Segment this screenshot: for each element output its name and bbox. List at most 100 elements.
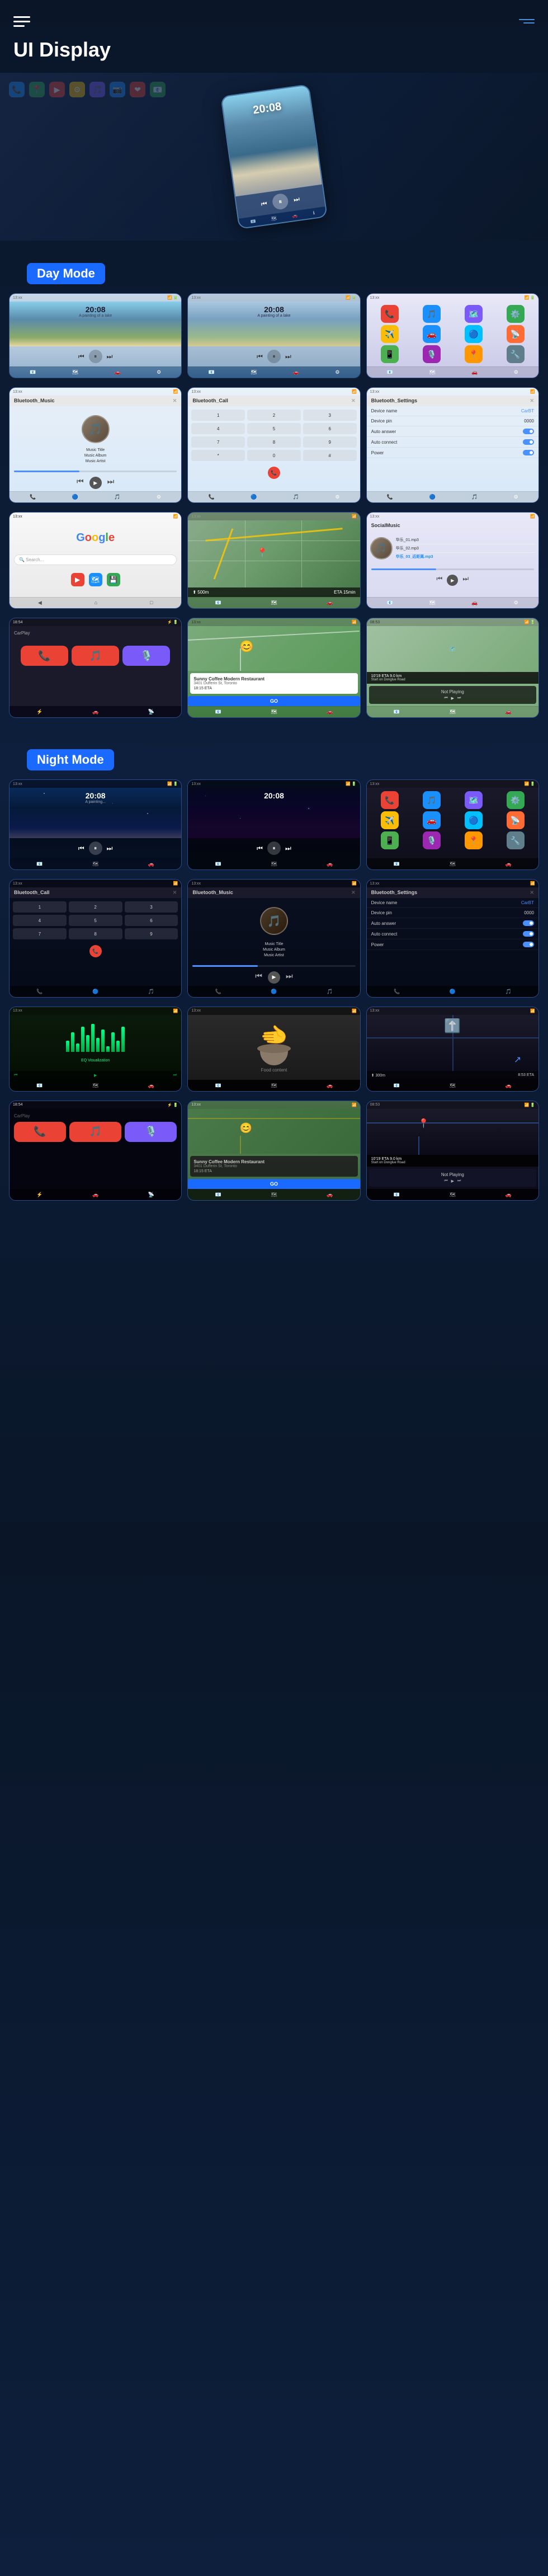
btn-n8[interactable]: 8 xyxy=(69,928,122,939)
bottom-nav-nav[interactable]: 🗺 xyxy=(271,215,277,221)
nav-e-n8[interactable]: 📧 xyxy=(215,1083,221,1089)
nav-e-n9[interactable]: 📧 xyxy=(394,1083,400,1089)
app-settings-night[interactable]: ⚙️ xyxy=(507,791,525,809)
setting-auto-connect-night[interactable]: Auto connect xyxy=(367,929,538,939)
nav-a-n9[interactable]: 🚗 xyxy=(506,1083,512,1089)
app-extra1-night[interactable]: 📡 xyxy=(507,811,525,829)
carplay-podcasts[interactable]: 🎙️ xyxy=(122,646,170,666)
setting-auto-connect[interactable]: Auto connect xyxy=(367,437,538,448)
play-notplay-night[interactable]: ▶ xyxy=(451,1179,454,1183)
nav-n5[interactable]: 🗺 xyxy=(429,600,435,606)
nav-a4[interactable]: 🎵 xyxy=(471,494,478,500)
nav-a2[interactable]: 🎵 xyxy=(114,494,120,500)
btn-hash[interactable]: # xyxy=(303,450,357,461)
eq-btn-play[interactable]: ▶ xyxy=(94,1073,97,1078)
nav-e-n2[interactable]: 📧 xyxy=(215,861,221,867)
btn-0[interactable]: 0 xyxy=(247,450,301,461)
nav-recent2[interactable]: 🚗 xyxy=(327,600,333,606)
carplay-phone[interactable]: 📞 xyxy=(21,646,68,666)
app-waze[interactable]: 🗺️ xyxy=(465,305,483,323)
prev-night2[interactable]: ⏮ xyxy=(257,844,263,853)
next-notplay[interactable]: ⏭ xyxy=(457,696,461,701)
nav-a-n3[interactable]: 🚗 xyxy=(506,861,512,867)
nav-info[interactable]: ⚙ xyxy=(157,369,161,375)
app-voicecar-night[interactable]: 🚗 xyxy=(423,811,441,829)
btn-n6[interactable]: 6 xyxy=(125,915,178,926)
nav-e5[interactable]: 📧 xyxy=(387,600,393,606)
nav-n6[interactable]: 🚗 xyxy=(92,709,98,715)
nav-a-n1[interactable]: 🚗 xyxy=(148,861,154,867)
nav-e6[interactable]: ⚡ xyxy=(36,709,42,715)
nav-e-n7[interactable]: 📧 xyxy=(36,1083,42,1089)
play-notplay[interactable]: ▶ xyxy=(451,696,454,701)
app-extra4[interactable]: 📍 xyxy=(465,345,483,363)
play-local[interactable]: ▶ xyxy=(447,575,458,586)
nav-a-n10[interactable]: 📡 xyxy=(148,1192,154,1198)
nav-n4[interactable]: 🔵 xyxy=(429,494,435,500)
nav-e-n12[interactable]: 📧 xyxy=(394,1192,400,1198)
nav-n1[interactable]: 🗺 xyxy=(429,369,435,375)
btn-9[interactable]: 9 xyxy=(303,436,357,448)
nav-back[interactable]: ◀ xyxy=(38,600,42,606)
next-notplay-night[interactable]: ⏭ xyxy=(457,1179,461,1183)
nav-a-n7[interactable]: 🚗 xyxy=(148,1083,154,1089)
go-button[interactable]: GO xyxy=(188,696,360,706)
nav-e7[interactable]: 📧 xyxy=(215,709,221,715)
prev-bt[interactable]: ⏮ xyxy=(77,477,84,489)
nav-n-n4[interactable]: 🔵 xyxy=(92,989,98,995)
nav-n-n3[interactable]: 🗺 xyxy=(450,861,456,867)
btn-8[interactable]: 8 xyxy=(247,436,301,448)
nav-e-n5[interactable]: 📞 xyxy=(215,989,221,995)
nav-e-n1[interactable]: 📧 xyxy=(36,861,42,867)
nav-i1[interactable]: ⚙ xyxy=(514,369,518,375)
app-settings[interactable]: ⚙️ xyxy=(507,305,525,323)
nav-e-n4[interactable]: 📞 xyxy=(36,989,42,995)
play-btn-day1[interactable]: ⏸ xyxy=(89,350,102,363)
play-night2[interactable]: ⏸ xyxy=(267,842,281,855)
nav-a-n5[interactable]: 🎵 xyxy=(327,989,333,995)
play-night1[interactable]: ⏸ xyxy=(89,842,102,855)
nav-i4[interactable]: ⚙ xyxy=(514,494,518,500)
nav-n7[interactable]: 🗺 xyxy=(271,709,277,715)
nav-n-n6[interactable]: 🔵 xyxy=(450,989,456,995)
app-extra1[interactable]: 📡 xyxy=(507,325,525,343)
next-night2[interactable]: ⏭ xyxy=(285,844,291,853)
carplay-night-podcasts[interactable]: 🎙️ xyxy=(125,1122,177,1142)
nav-e4[interactable]: 📞 xyxy=(387,494,393,500)
prev-btn[interactable]: ⏮ xyxy=(261,199,268,208)
nav-n-n8[interactable]: 🗺 xyxy=(271,1083,277,1089)
nav-recent[interactable]: □ xyxy=(150,600,153,606)
prev-local[interactable]: ⏮ xyxy=(437,575,443,586)
prev-bt-night[interactable]: ⏮ xyxy=(255,971,262,984)
end-call-night[interactable]: 📞 xyxy=(89,945,102,957)
btn-1[interactable]: 1 xyxy=(191,410,245,421)
setting-power-night[interactable]: Power xyxy=(367,939,538,950)
nav-n-n2[interactable]: 🗺 xyxy=(271,861,277,867)
nav-i5[interactable]: ⚙ xyxy=(514,600,518,606)
app-extra3-night[interactable]: 🎙️ xyxy=(423,831,441,849)
app-music-night[interactable]: 🎵 xyxy=(423,791,441,809)
btn-n2[interactable]: 2 xyxy=(69,901,122,913)
nav-n-n9[interactable]: 🗺 xyxy=(450,1083,456,1089)
btn-n9[interactable]: 9 xyxy=(125,928,178,939)
prev-btn-day1[interactable]: ⏮ xyxy=(78,352,84,361)
nav-email[interactable]: 📧 xyxy=(30,369,36,375)
bottom-nav-info[interactable]: ℹ xyxy=(313,210,315,215)
google-search-bar[interactable]: 🔍 Search... xyxy=(14,554,177,565)
nav-i2[interactable]: ⚙ xyxy=(157,494,161,500)
eq-btn-prev[interactable]: ⏮ xyxy=(14,1073,17,1078)
nav-a-n12[interactable]: 🚗 xyxy=(506,1192,512,1198)
bottom-nav-email[interactable]: 📧 xyxy=(250,219,256,224)
nav-n-n10[interactable]: 🚗 xyxy=(92,1192,98,1198)
btn-n5[interactable]: 5 xyxy=(69,915,122,926)
nav-auto[interactable]: 🚗 xyxy=(115,369,121,375)
btn-5[interactable]: 5 xyxy=(247,423,301,434)
app-extra4-night[interactable]: 📍 xyxy=(465,831,483,849)
nav-n-n5[interactable]: 🔵 xyxy=(271,989,277,995)
nav-a-n2[interactable]: 🚗 xyxy=(327,861,333,867)
play-bt[interactable]: ▶ xyxy=(89,477,102,489)
track-1[interactable]: 华乐_01.mp3 xyxy=(396,536,535,544)
google-app-youtube[interactable]: ▶ xyxy=(71,573,84,586)
nav-a-n8[interactable]: 🚗 xyxy=(327,1083,333,1089)
btn-7[interactable]: 7 xyxy=(191,436,245,448)
